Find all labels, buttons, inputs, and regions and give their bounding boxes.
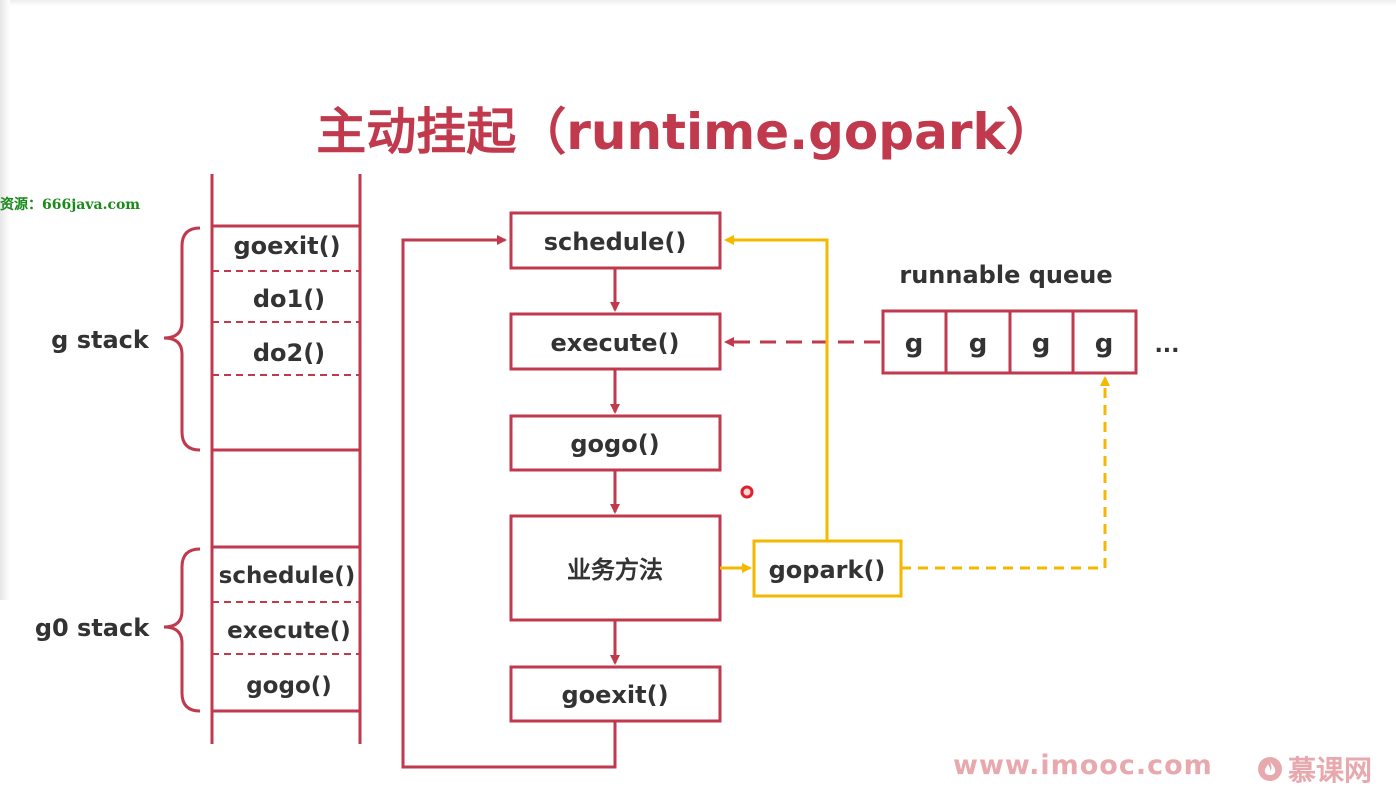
queue-cell-g: g [905,329,924,359]
g-stack-label: g stack [51,326,150,354]
flame-logo-icon [1258,757,1282,781]
g-frame-goexit: goexit() [233,232,340,260]
g0-stack-brace [163,547,201,713]
g-stack-brace [163,226,201,452]
runnable-queue-label: runnable queue [899,261,1112,289]
queue-cell-g: g [1095,329,1114,359]
arrow-gopark-to-queue [901,376,1110,570]
g0-frame-execute: execute() [227,618,351,644]
g0-frame-gogo: gogo() [246,673,332,699]
footer-brand: 慕课网 [1258,749,1372,789]
goexit-label: goexit() [561,681,668,709]
business-method-label: 业务方法 [567,556,663,584]
g0-frame-schedule: schedule() [219,563,356,589]
execute-label: execute() [550,329,679,357]
queue-cell-g: g [1032,329,1051,359]
queue-cell-g: g [969,329,988,359]
gopark-label: gopark() [769,556,886,584]
footer-url: www.imooc.com [953,750,1213,781]
pointer-dot [740,485,754,499]
diagram-canvas: g stack g0 stack goexit() do1() do2() sc… [35,174,1180,769]
g-frame-do1: do1() [253,285,325,313]
footer-brand-name: 慕课网 [1288,754,1373,787]
gogo-label: gogo() [570,430,659,458]
schedule-label: schedule() [544,228,687,256]
queue-ellipsis: ... [1154,333,1179,358]
g-frame-do2: do2() [253,339,325,367]
arrow-gopark-to-schedule [724,235,829,541]
g0-stack-label: g0 stack [35,614,150,642]
